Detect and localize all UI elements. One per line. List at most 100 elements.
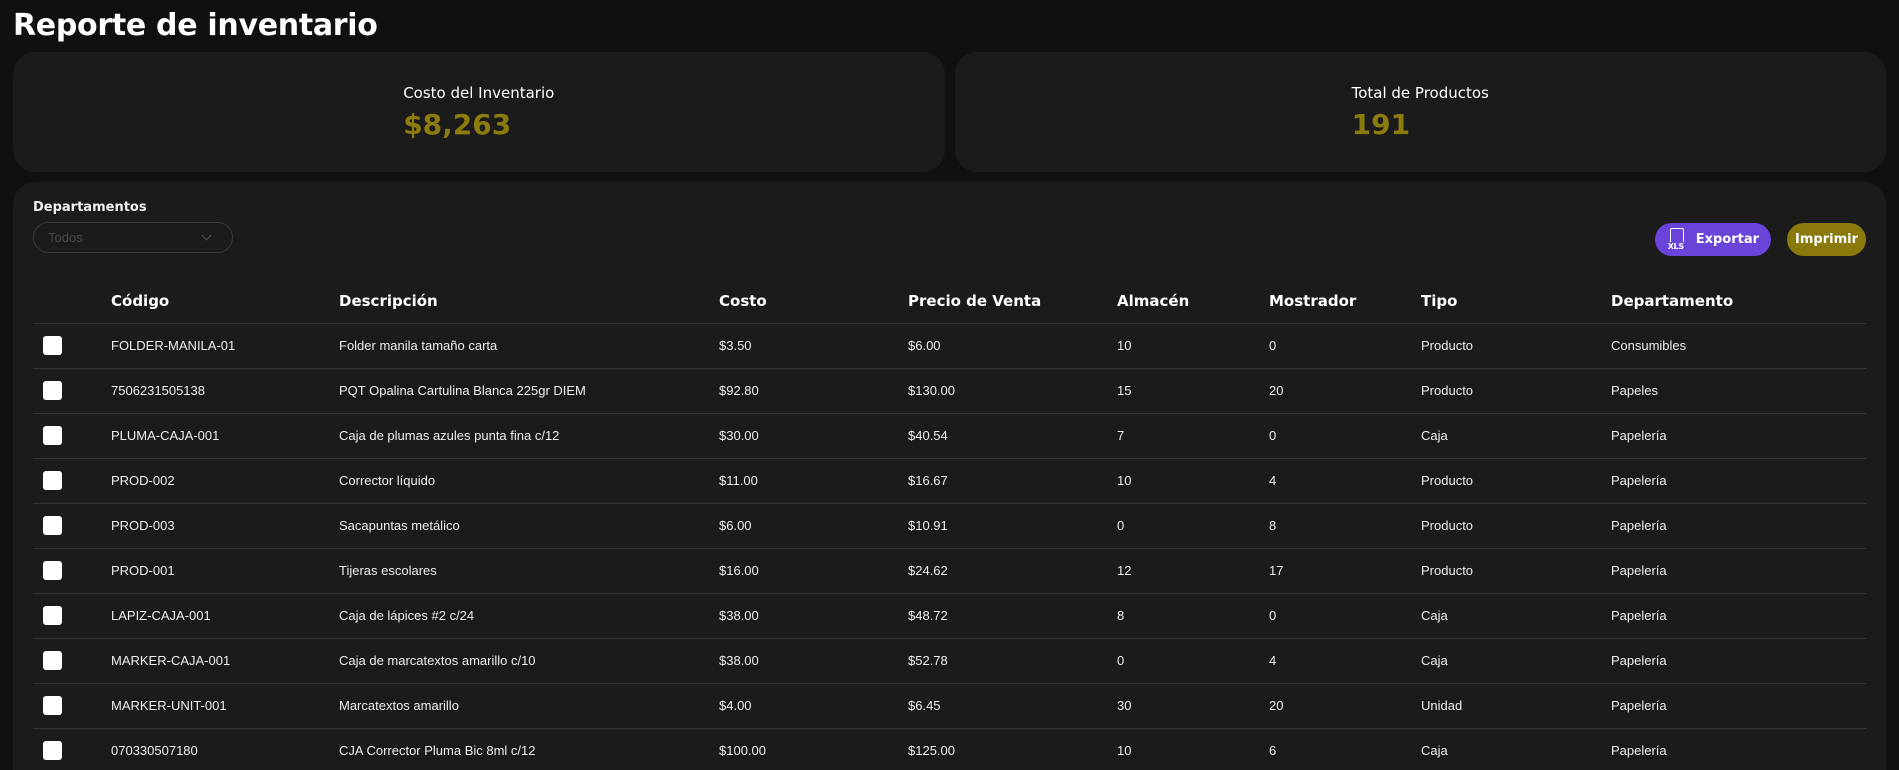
- cell-tipo: Unidad: [1421, 683, 1611, 729]
- row-checkbox[interactable]: [43, 696, 62, 715]
- table-row: PROD-003 Sacapuntas metálico $6.00 $10.91 0 8…: [33, 503, 1866, 549]
- cell-tipo: Caja: [1421, 593, 1611, 639]
- cell-mostrador: 6: [1269, 728, 1421, 770]
- cell-precio-venta: $130.00: [908, 368, 1117, 414]
- row-checkbox[interactable]: [43, 606, 62, 625]
- cell-tipo: Producto: [1421, 458, 1611, 504]
- header-mostrador[interactable]: Mostrador: [1269, 279, 1421, 324]
- xls-file-icon: XLS: [1666, 227, 1687, 252]
- cell-departamento: Papelería: [1611, 548, 1866, 594]
- total-products-card: Total de Productos 191: [954, 52, 1886, 172]
- cell-departamento: Papeles: [1611, 368, 1866, 414]
- header-descripcion[interactable]: Descripción: [339, 279, 719, 324]
- cell-almacen: 0: [1117, 638, 1269, 684]
- cell-almacen: 8: [1117, 593, 1269, 639]
- inventory-cost-label: Costo del Inventario: [403, 83, 555, 102]
- cell-codigo: MARKER-UNIT-001: [111, 683, 339, 729]
- cell-descripcion: Marcatextos amarillo: [339, 683, 719, 729]
- row-checkbox[interactable]: [43, 426, 62, 445]
- department-select-value: Todos: [48, 230, 83, 245]
- header-precio-venta[interactable]: Precio de Venta: [908, 279, 1117, 324]
- row-select-cell: [33, 593, 111, 639]
- cell-costo: $11.00: [719, 458, 908, 504]
- table-row: MARKER-UNIT-001 Marcatextos amarillo $4.00…: [33, 683, 1866, 729]
- cell-codigo: FOLDER-MANILA-01: [111, 323, 339, 369]
- cell-descripcion: Folder manila tamaño carta: [339, 323, 719, 369]
- cell-tipo: Producto: [1421, 503, 1611, 549]
- cell-departamento: Consumibles: [1611, 323, 1866, 369]
- summary-cards: Costo del Inventario $8,263 Total de Pro…: [13, 52, 1886, 172]
- cell-mostrador: 20: [1269, 368, 1421, 414]
- header-codigo[interactable]: Código: [111, 279, 339, 324]
- cell-mostrador: 0: [1269, 413, 1421, 459]
- table-row: PLUMA-CAJA-001 Caja de plumas azules punt…: [33, 413, 1866, 459]
- cell-costo: $4.00: [719, 683, 908, 729]
- cell-precio-venta: $10.91: [908, 503, 1117, 549]
- cell-almacen: 30: [1117, 683, 1269, 729]
- total-products-label: Total de Productos: [1351, 83, 1489, 102]
- cell-departamento: Papelería: [1611, 638, 1866, 684]
- cell-mostrador: 0: [1269, 323, 1421, 369]
- cell-departamento: Papelería: [1611, 728, 1866, 770]
- cell-codigo: PROD-002: [111, 458, 339, 504]
- department-select[interactable]: Todos: [33, 222, 233, 253]
- cell-precio-venta: $52.78: [908, 638, 1117, 684]
- cell-descripcion: Sacapuntas metálico: [339, 503, 719, 549]
- table-row: FOLDER-MANILA-01 Folder manila tamaño car…: [33, 323, 1866, 369]
- row-select-cell: [33, 638, 111, 684]
- cell-precio-venta: $16.67: [908, 458, 1117, 504]
- cell-descripcion: Caja de marcatextos amarillo c/10: [339, 638, 719, 684]
- header-tipo[interactable]: Tipo: [1421, 279, 1611, 324]
- table-row: 070330507180 CJA Corrector Pluma Bic 8ml …: [33, 728, 1866, 770]
- header-almacen[interactable]: Almacén: [1117, 279, 1269, 324]
- row-checkbox[interactable]: [43, 336, 62, 355]
- cell-precio-venta: $24.62: [908, 548, 1117, 594]
- cell-codigo: PROD-003: [111, 503, 339, 549]
- header-costo[interactable]: Costo: [719, 279, 908, 324]
- cell-descripcion: CJA Corrector Pluma Bic 8ml c/12: [339, 728, 719, 770]
- cell-mostrador: 0: [1269, 593, 1421, 639]
- cell-departamento: Papelería: [1611, 458, 1866, 504]
- inventory-report-page: Reporte de inventario Costo del Inventar…: [0, 0, 1899, 770]
- inventory-panel: Departamentos Todos XLS Exportar Imprimi…: [13, 182, 1886, 770]
- table-row: PROD-001 Tijeras escolares $16.00 $24.62 12 1…: [33, 548, 1866, 594]
- row-checkbox[interactable]: [43, 471, 62, 490]
- row-checkbox[interactable]: [43, 516, 62, 535]
- header-departamento[interactable]: Departamento: [1611, 279, 1866, 324]
- cell-costo: $3.50: [719, 323, 908, 369]
- cell-costo: $16.00: [719, 548, 908, 594]
- print-button[interactable]: Imprimir: [1787, 223, 1866, 256]
- row-select-cell: [33, 368, 111, 414]
- inventory-table: Código Descripción Costo Precio de Venta…: [33, 279, 1866, 770]
- cell-codigo: MARKER-CAJA-001: [111, 638, 339, 684]
- cell-departamento: Papelería: [1611, 413, 1866, 459]
- row-checkbox[interactable]: [43, 561, 62, 580]
- cell-almacen: 12: [1117, 548, 1269, 594]
- cell-descripcion: Caja de lápices #2 c/24: [339, 593, 719, 639]
- row-select-cell: [33, 458, 111, 504]
- row-checkbox[interactable]: [43, 651, 62, 670]
- cell-codigo: PLUMA-CAJA-001: [111, 413, 339, 459]
- cell-almacen: 0: [1117, 503, 1269, 549]
- cell-mostrador: 20: [1269, 683, 1421, 729]
- cell-codigo: 7506231505138: [111, 368, 339, 414]
- export-button-label: Exportar: [1695, 232, 1760, 247]
- row-checkbox[interactable]: [43, 381, 62, 400]
- row-select-cell: [33, 413, 111, 459]
- cell-descripcion: Tijeras escolares: [339, 548, 719, 594]
- department-filter-label: Departamentos: [33, 200, 147, 215]
- row-select-cell: [33, 683, 111, 729]
- cell-mostrador: 17: [1269, 548, 1421, 594]
- row-checkbox[interactable]: [43, 741, 62, 760]
- inventory-cost-card: Costo del Inventario $8,263: [13, 52, 945, 172]
- cell-departamento: Papelería: [1611, 503, 1866, 549]
- cell-costo: $38.00: [719, 593, 908, 639]
- table-body: FOLDER-MANILA-01 Folder manila tamaño car…: [33, 323, 1866, 770]
- chevron-down-icon: [201, 230, 212, 241]
- cell-codigo: 070330507180: [111, 728, 339, 770]
- export-button[interactable]: XLS Exportar: [1654, 223, 1772, 256]
- cell-descripcion: Corrector líquido: [339, 458, 719, 504]
- cell-tipo: Producto: [1421, 548, 1611, 594]
- table-row: 7506231505138 PQT Opalina Cartulina Blanc…: [33, 368, 1866, 414]
- cell-costo: $92.80: [719, 368, 908, 414]
